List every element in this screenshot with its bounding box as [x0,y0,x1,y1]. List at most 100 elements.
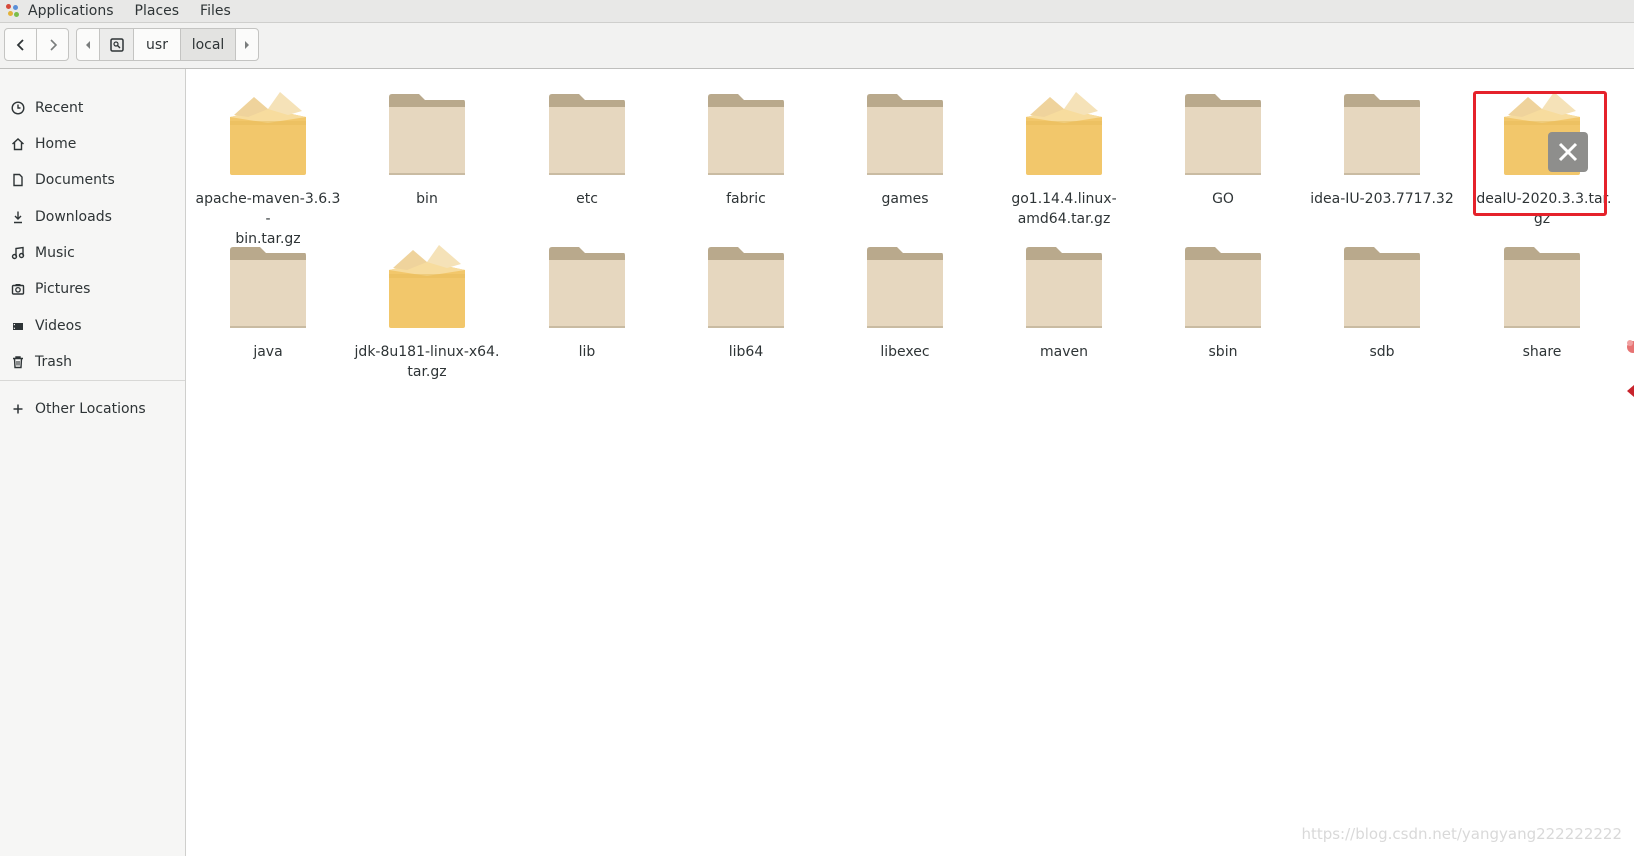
file-item[interactable]: lib64 [673,232,819,372]
file-item[interactable]: games [832,79,978,219]
sidebar-item-home[interactable]: Home [0,127,185,161]
menu-places[interactable]: Places [135,3,180,19]
back-button[interactable] [5,29,36,60]
home-icon [10,136,26,152]
file-item[interactable]: idealU-2020.3.3.tar. gz [1469,79,1615,227]
sidebar-separator [0,380,185,381]
file-item[interactable]: libexec [832,232,978,372]
file-name-line: fabric [726,191,766,207]
file-name-label: libexec [832,342,978,362]
music-icon [10,245,26,261]
menu-applications[interactable]: Applications [28,3,114,19]
top-panel: Applications Places Files [0,0,1634,23]
file-item[interactable]: idea-IU-203.7717.32 [1309,79,1455,219]
file-item[interactable]: apache-maven-3.6.3- bin.tar.gz [195,79,341,247]
sidebar-item-label: Pictures [35,281,91,297]
file-item[interactable]: sdb [1309,232,1455,372]
file-name-label: share [1469,342,1615,362]
file-item[interactable]: bin [354,79,500,219]
file-item[interactable]: maven [991,232,1137,372]
path-scroll-left-button[interactable] [77,29,99,60]
path-segment-local[interactable]: local [180,29,235,60]
path-segment-usr[interactable]: usr [133,29,180,60]
sidebar-item-other-locations[interactable]: Other Locations [0,392,185,426]
file-name-line: games [881,191,929,207]
file-name-line: libexec [880,344,930,360]
header-bar: usr local [0,23,1634,69]
folder-icon [1342,91,1422,177]
sidebar-item-downloads[interactable]: Downloads [0,200,185,234]
clock-icon [10,100,26,116]
file-name-line: etc [576,191,598,207]
file-name-label: sdb [1309,342,1455,362]
file-name-line: lib64 [728,344,764,360]
folder-icon [706,91,786,177]
file-grid: apache-maven-3.6.3- bin.tar.gz bin etc fabri… [186,69,1634,856]
folder-icon [547,91,627,177]
sidebar-item-label: Other Locations [35,401,146,417]
chevron-left-icon [16,38,24,51]
sidebar-item-pictures[interactable]: Pictures [0,272,185,306]
file-name-label: GO [1150,189,1296,209]
applications-logo-icon[interactable] [6,4,20,18]
sidebar-item-documents[interactable]: Documents [0,163,185,197]
file-name-line: idealU-2020.3.3.tar. [1472,191,1612,207]
places-sidebar: Recent Home Documents Downloads Music Pi… [0,69,186,856]
file-name-line: maven [1040,344,1088,360]
file-item[interactable]: sbin [1150,232,1296,372]
file-name-label: lib64 [673,342,819,362]
folder-icon [1183,244,1263,330]
triangle-right-icon [245,40,249,49]
file-name-label: idealU-2020.3.3.tar. gz [1469,189,1615,229]
folder-icon [1183,91,1263,177]
sidebar-item-label: Trash [35,354,72,370]
file-name-line: amd64.tar.gz [1017,211,1111,227]
sidebar-item-recent[interactable]: Recent [0,91,185,125]
file-name-line: share [1522,344,1562,360]
history-nav [4,28,69,61]
file-name-label: lib [514,342,660,362]
file-name-line: apache-maven-3.6.3- [195,191,341,227]
close-overlay-button[interactable] [1548,132,1588,172]
document-icon [10,172,26,188]
file-item[interactable]: go1.14.4.linux-amd64.tar.gz [991,79,1137,227]
file-name-line: sdb [1369,344,1395,360]
forward-button[interactable] [36,29,68,60]
sidebar-item-label: Documents [35,172,115,188]
file-item[interactable]: share [1469,232,1615,372]
file-name-label: java [195,342,341,362]
sidebar-item-music[interactable]: Music [0,236,185,270]
file-name-line: bin [416,191,438,207]
folder-icon [1502,244,1582,330]
archive-icon [228,91,308,177]
file-item[interactable]: java [195,232,341,372]
folder-icon [865,244,945,330]
file-name-line: idea-IU-203.7717.32 [1310,191,1454,207]
archive-icon [387,244,467,330]
sidebar-item-trash[interactable]: Trash [0,345,185,379]
chevron-right-icon [49,38,57,51]
file-item[interactable]: GO [1150,79,1296,219]
path-scroll-right-button[interactable] [235,29,258,60]
file-name-line: lib [578,344,596,360]
file-item[interactable]: fabric [673,79,819,219]
file-item[interactable]: lib [514,232,660,372]
sidebar-item-label: Home [35,136,77,152]
file-item[interactable]: jdk-8u181-linux-x64. tar.gz [354,232,500,380]
sidebar-item-videos[interactable]: Videos [0,309,185,343]
drive-icon [109,37,124,52]
path-root-drive-button[interactable] [99,29,133,60]
file-name-label: bin [354,189,500,209]
sidebar-item-label: Music [35,245,75,261]
video-icon [10,318,26,334]
file-name-line: gz [1533,211,1551,227]
folder-icon [1024,244,1104,330]
sidebar-item-label: Videos [35,318,82,334]
menu-files[interactable]: Files [200,3,231,19]
file-name-label: fabric [673,189,819,209]
file-name-label: idea-IU-203.7717.32 [1309,189,1455,209]
file-name-line: java [253,344,283,360]
file-item[interactable]: etc [514,79,660,219]
file-name-label: sbin [1150,342,1296,362]
folder-icon [547,244,627,330]
